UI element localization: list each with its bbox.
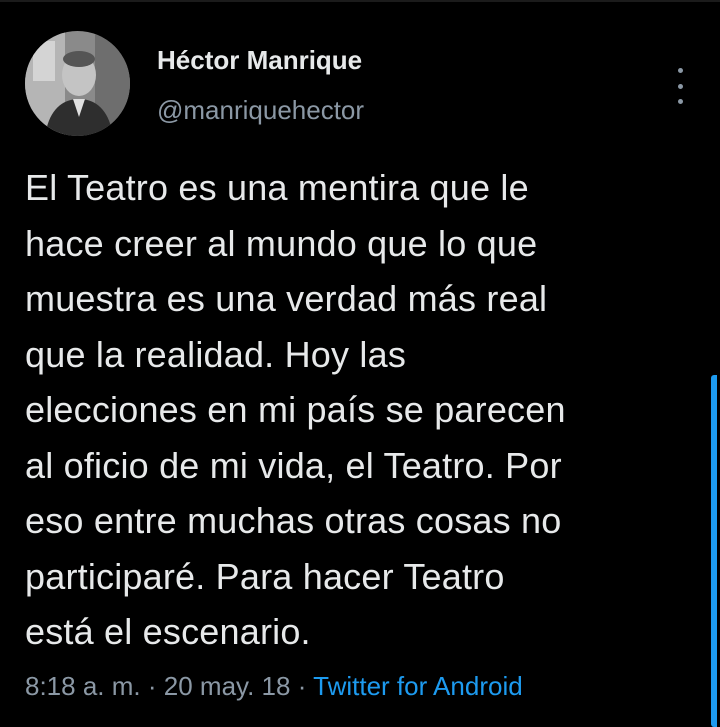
scrollbar[interactable] xyxy=(711,375,717,727)
more-dot xyxy=(677,68,683,73)
meta-separator: · xyxy=(147,671,157,701)
author-name[interactable]: Héctor Manrique xyxy=(157,45,362,76)
tweet-time[interactable]: 8:18 a. m. xyxy=(25,671,141,701)
tweet-text-line: elecciones en mi país se parecen xyxy=(25,389,566,430)
avatar-image xyxy=(25,31,130,136)
more-vertical-icon[interactable] xyxy=(668,68,692,104)
more-dot xyxy=(677,99,683,104)
tweet-meta: 8:18 a. m. · 20 may. 18 · Twitter for An… xyxy=(25,671,523,702)
tweet-text-line: eso entre muchas otras cosas no xyxy=(25,500,562,541)
tweet-text-line: hace creer al mundo que lo que xyxy=(25,222,538,264)
tweet-date[interactable]: 20 may. 18 xyxy=(164,671,291,701)
tweet-text-line: muestra es una verdad más real xyxy=(25,278,548,319)
tweet-text-line: está el escenario. xyxy=(25,611,311,652)
avatar[interactable] xyxy=(25,31,130,136)
meta-separator: · xyxy=(297,671,307,701)
tweet-text-line: que la realidad. Hoy las xyxy=(25,333,407,375)
tweet-text: El Teatro es una mentira que le hace cre… xyxy=(25,160,700,660)
top-divider xyxy=(0,0,720,2)
tweet-source-link[interactable]: Twitter for Android xyxy=(313,671,523,701)
more-dot xyxy=(677,83,683,89)
tweet-text-line: participaré. Para hacer Teatro xyxy=(25,555,505,597)
author-handle[interactable]: @manriquehector xyxy=(157,95,364,126)
tweet-text-line: al oficio de mi vida, el Teatro. Por xyxy=(25,444,562,486)
tweet-text-line: El Teatro es una mentira que le xyxy=(25,167,529,208)
